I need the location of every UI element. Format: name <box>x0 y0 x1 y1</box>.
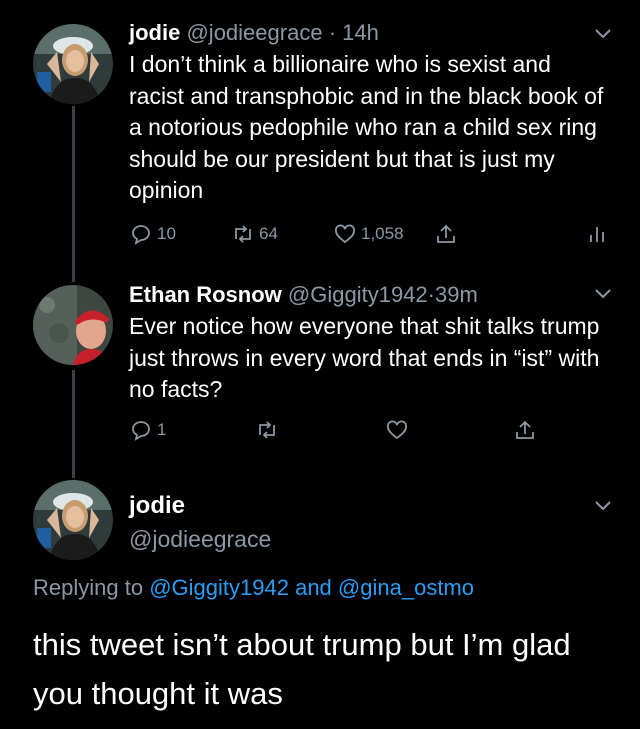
tweet-2-actions: 1 <box>129 418 539 446</box>
main-tweet-menu-button[interactable] <box>594 500 612 512</box>
tweet-1-share-button[interactable] <box>434 222 458 246</box>
analytics-icon <box>590 227 604 242</box>
main-tweet-author[interactable]: jodie @jodieegrace <box>129 491 271 554</box>
tweet-1-menu-button[interactable] <box>594 28 612 40</box>
main-tweet-author-handle[interactable]: @jodieegrace <box>129 524 271 554</box>
tweet-2-separator: · <box>427 282 435 307</box>
replying-to-user-1[interactable]: @Giggity1942 <box>149 575 289 600</box>
chevron-down-icon <box>595 501 611 511</box>
chevron-down-icon <box>595 289 611 299</box>
tweet-1-like-count: 1,058 <box>361 224 404 243</box>
tweet-2-author-name[interactable]: Ethan Rosnow <box>129 282 282 307</box>
main-tweet-author-name[interactable]: jodie <box>129 491 271 521</box>
share-icon <box>516 420 534 439</box>
tweet-1-retweet-button[interactable]: 64 <box>231 222 278 246</box>
tweet-2[interactable]: Ethan Rosnow @Giggity1942·39m Ever notic… <box>129 280 610 406</box>
retweet-icon <box>259 421 275 439</box>
avatar-jodie-image <box>33 24 113 104</box>
tweet-2-text: Ever notice how everyone that shit talks… <box>129 313 600 402</box>
tweet-2-share-button[interactable] <box>513 418 537 442</box>
replying-to-and: and <box>295 575 332 600</box>
tweet-1-actions: 10 64 1,058 <box>129 222 610 250</box>
replying-to-prefix: Replying to <box>33 575 144 600</box>
tweet-2-author-handle[interactable]: @Giggity1942 <box>288 282 428 307</box>
avatar-ethan[interactable] <box>33 285 113 365</box>
replying-to-line: Replying to @Giggity1942 and @gina_ostmo <box>33 575 474 601</box>
tweet-1-retweet-count: 64 <box>259 224 278 243</box>
tweet-1-timestamp[interactable]: 14h <box>342 20 379 45</box>
tweet-1-author-handle[interactable]: @jodieegrace <box>186 20 322 45</box>
share-icon <box>437 224 455 243</box>
tweet-1-reply-button[interactable]: 10 <box>129 222 176 246</box>
reply-icon <box>132 421 150 441</box>
tweet-2-header: Ethan Rosnow @Giggity1942·39m <box>129 280 610 310</box>
chevron-down-icon <box>595 29 611 39</box>
tweet-1-header: jodie @jodieegrace · 14h <box>129 18 610 48</box>
tweet-1-reply-count: 10 <box>157 224 176 243</box>
thread-line-2 <box>72 370 75 478</box>
avatar-ethan-image <box>33 285 113 365</box>
tweet-2-reply-count: 1 <box>157 420 167 439</box>
like-icon <box>387 420 407 440</box>
reply-icon <box>132 225 150 245</box>
tweet-1-like-button[interactable]: 1,058 <box>333 222 404 246</box>
tweet-2-retweet-button[interactable] <box>255 418 279 442</box>
replying-to-user-2[interactable]: @gina_ostmo <box>338 575 474 600</box>
tweet-2-like-button[interactable] <box>385 418 409 442</box>
retweet-icon <box>235 225 251 243</box>
tweet-1-author-name[interactable]: jodie <box>129 20 180 45</box>
main-tweet-text: this tweet isn’t about trump but I’m gla… <box>33 627 571 711</box>
tweet-1[interactable]: jodie @jodieegrace · 14h I don’t think a… <box>129 18 610 207</box>
tweet-2-reply-button[interactable]: 1 <box>129 418 166 442</box>
avatar-jodie-main-image <box>33 480 113 560</box>
tweet-1-text: I don’t think a billionaire who is sexis… <box>129 51 604 203</box>
thread-line-1 <box>72 106 75 282</box>
tweet-1-separator: · <box>328 20 337 45</box>
avatar-jodie-main[interactable] <box>33 480 113 560</box>
tweet-2-timestamp[interactable]: 39m <box>435 282 478 307</box>
tweet-2-menu-button[interactable] <box>594 288 612 300</box>
tweet-1-analytics-button[interactable] <box>585 222 609 246</box>
like-icon <box>335 224 355 244</box>
avatar-jodie[interactable] <box>33 24 113 104</box>
